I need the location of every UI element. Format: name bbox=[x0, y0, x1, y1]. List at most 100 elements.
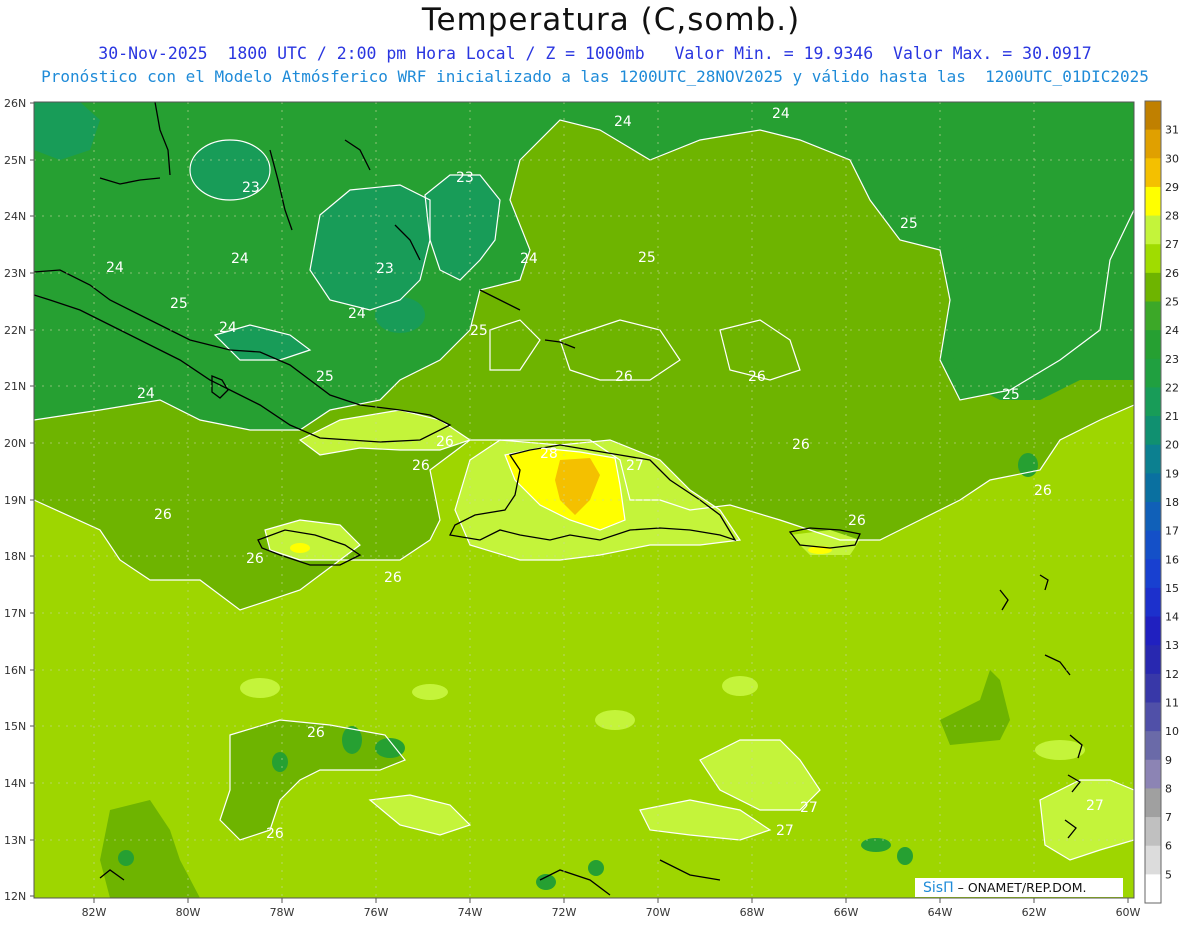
contour-label: 26 bbox=[154, 507, 172, 523]
contour-label: 27 bbox=[626, 458, 644, 474]
colorbar-label: 23 bbox=[1165, 353, 1179, 366]
lat-label: 25N bbox=[4, 154, 26, 167]
colorbar-label: 27 bbox=[1165, 238, 1179, 251]
colorbar-swatch bbox=[1145, 587, 1161, 618]
contour-label: 26 bbox=[792, 437, 810, 453]
lon-label: 82W bbox=[82, 906, 107, 919]
contour-label: 26 bbox=[748, 369, 766, 385]
lon-label: 74W bbox=[458, 906, 483, 919]
field-27-s-g bbox=[412, 684, 448, 700]
colorbar-label: 5 bbox=[1165, 868, 1172, 881]
colorbar-label: 9 bbox=[1165, 754, 1172, 767]
colorbar-label: 7 bbox=[1165, 811, 1172, 824]
longitude-ticks bbox=[93, 898, 1129, 903]
lon-label: 76W bbox=[364, 906, 389, 919]
contour-label: 27 bbox=[1086, 798, 1104, 814]
colorbar-label: 31 bbox=[1165, 124, 1179, 137]
lon-label: 80W bbox=[176, 906, 201, 919]
colorbar-label: 16 bbox=[1165, 553, 1179, 566]
contour-label: 26 bbox=[246, 551, 264, 567]
latitude-ticks bbox=[30, 102, 34, 897]
colorbar-label: 30 bbox=[1165, 152, 1179, 165]
colorbar-label: 12 bbox=[1165, 668, 1179, 681]
colorbar-label: 10 bbox=[1165, 725, 1179, 738]
colorbar-label: 25 bbox=[1165, 296, 1179, 309]
field-27-s-h bbox=[722, 676, 758, 696]
colorbar-label: 22 bbox=[1165, 381, 1179, 394]
contour-label: 25 bbox=[170, 296, 188, 312]
lat-label: 26N bbox=[4, 97, 26, 110]
colorbar-swatch bbox=[1145, 301, 1161, 331]
lon-label: 64W bbox=[928, 906, 953, 919]
colorbar-swatch bbox=[1145, 502, 1161, 532]
colorbar-swatch bbox=[1145, 530, 1161, 560]
field-27-s-d bbox=[595, 710, 635, 730]
colorbar-swatch bbox=[1145, 759, 1161, 789]
lon-label: 68W bbox=[740, 906, 765, 919]
colorbar-swatch bbox=[1145, 101, 1161, 131]
field-28-jamaica bbox=[290, 543, 310, 553]
colorbar-label: 11 bbox=[1165, 697, 1179, 710]
contour-label: 26 bbox=[1034, 483, 1052, 499]
lon-label: 62W bbox=[1022, 906, 1047, 919]
colorbar-label: 6 bbox=[1165, 840, 1172, 853]
contour-label: 25 bbox=[316, 369, 334, 385]
contour-label: 25 bbox=[1002, 387, 1020, 403]
contour-label: 24 bbox=[520, 251, 538, 267]
colorbar-label: 19 bbox=[1165, 467, 1179, 480]
colorbar-label: 21 bbox=[1165, 410, 1179, 423]
latitude-labels: 26N 25N 24N 23N 22N 21N 20N 19N 18N 17N … bbox=[4, 97, 26, 903]
contour-label: 27 bbox=[776, 823, 794, 839]
contour-label: 26 bbox=[848, 513, 866, 529]
lat-label: 20N bbox=[4, 437, 26, 450]
colorbar-label: 17 bbox=[1165, 525, 1179, 538]
lat-label: 18N bbox=[4, 550, 26, 563]
contour-label: 23 bbox=[376, 261, 394, 277]
contour-label: 26 bbox=[615, 369, 633, 385]
colorbar-swatch bbox=[1145, 129, 1161, 159]
colorbar-label: 18 bbox=[1165, 496, 1179, 509]
colorbar-label: 24 bbox=[1165, 324, 1179, 337]
contour-label: 23 bbox=[456, 170, 474, 186]
lat-label: 24N bbox=[4, 210, 26, 223]
colorbar-label: 15 bbox=[1165, 582, 1179, 595]
contour-label: 26 bbox=[307, 725, 325, 741]
contour-label: 26 bbox=[412, 458, 430, 474]
colorbar-swatch bbox=[1145, 673, 1161, 703]
contour-label: 25 bbox=[900, 216, 918, 232]
contour-label: 24 bbox=[614, 114, 632, 130]
contour-label: 26 bbox=[436, 434, 454, 450]
field-24-bubble-5 bbox=[897, 847, 913, 865]
colorbar-swatch bbox=[1145, 845, 1161, 875]
colorbar-swatch bbox=[1145, 616, 1161, 646]
colorbar-swatch bbox=[1145, 272, 1161, 302]
colorbar-swatch bbox=[1145, 358, 1161, 388]
lon-label: 70W bbox=[646, 906, 671, 919]
field-23-f bbox=[375, 297, 425, 333]
contour-label: 28 bbox=[540, 446, 558, 462]
contour-label: 24 bbox=[137, 386, 155, 402]
colorbar-swatch bbox=[1145, 215, 1161, 245]
contour-label: 26 bbox=[384, 570, 402, 586]
colorbar-label: 8 bbox=[1165, 782, 1172, 795]
colorbar-swatch bbox=[1145, 330, 1161, 360]
lon-label: 66W bbox=[834, 906, 859, 919]
colorbar-swatch bbox=[1145, 473, 1161, 503]
colorbar-swatch bbox=[1145, 731, 1161, 761]
lat-label: 17N bbox=[4, 607, 26, 620]
colorbar-swatch bbox=[1145, 244, 1161, 274]
colorbar-swatch bbox=[1145, 416, 1161, 446]
lat-label: 19N bbox=[4, 494, 26, 507]
colorbar-swatch bbox=[1145, 874, 1161, 904]
field-24-bubble-7 bbox=[588, 860, 604, 876]
lat-label: 13N bbox=[4, 834, 26, 847]
colorbar-swatch bbox=[1145, 444, 1161, 474]
colorbar-label: 26 bbox=[1165, 267, 1179, 280]
contour-label: 25 bbox=[470, 323, 488, 339]
colorbar-swatch bbox=[1145, 387, 1161, 417]
contour-label: 24 bbox=[219, 320, 237, 336]
contour-label: 24 bbox=[231, 251, 249, 267]
colorbar: 31 30 29 28 27 26 25 24 23 22 21 20 19 18 17 16 15 14 13 12… bbox=[1144, 100, 1179, 904]
contour-label: 27 bbox=[800, 800, 818, 816]
lat-label: 16N bbox=[4, 664, 26, 677]
